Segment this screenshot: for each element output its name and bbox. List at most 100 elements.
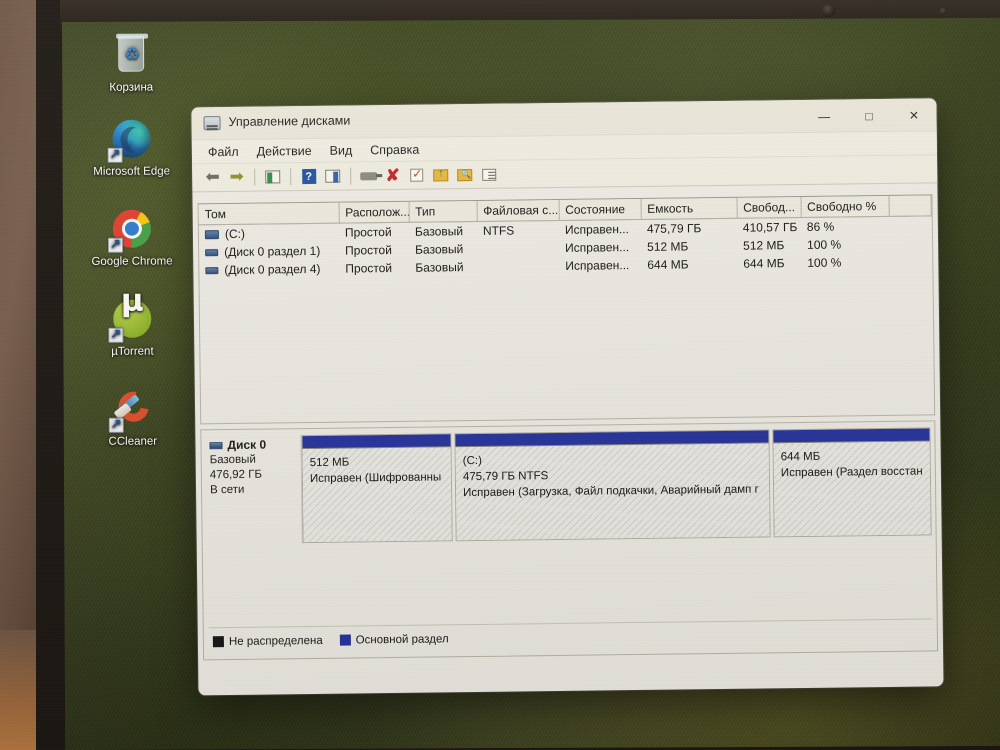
ccleaner-icon	[108, 385, 155, 433]
desktop-icon-google-chrome[interactable]: Google Chrome	[89, 208, 175, 269]
disk-management-icon	[203, 116, 221, 131]
cell-filesystem: NTFS	[482, 223, 515, 238]
cell-free-pct: 100 %	[807, 237, 842, 252]
toolbar-separator	[350, 167, 352, 185]
close-button[interactable]: ✕	[891, 98, 936, 132]
laptop-photo: ♻ Корзина Microsoft Edge Google Chrome µ	[0, 0, 1000, 750]
disk-icon	[209, 442, 223, 450]
laptop-screen: ♻ Корзина Microsoft Edge Google Chrome µ	[62, 17, 1000, 750]
menu-item-file[interactable]: Файл	[208, 144, 239, 158]
toolbar-separator	[290, 168, 292, 186]
desktop-icon-label: µTorrent	[111, 345, 154, 358]
column-header-layout[interactable]: Располож...	[338, 201, 409, 224]
column-header-type[interactable]: Тип	[408, 200, 477, 223]
find-icon[interactable]	[454, 164, 475, 184]
maximize-button[interactable]: □	[846, 99, 891, 133]
disk-title: Диск 0	[209, 437, 296, 453]
cell-filesystem	[477, 239, 559, 258]
desktop-icon-recycle-bin[interactable]: ♻ Корзина	[88, 34, 174, 95]
column-header-filesystem[interactable]: Файловая с...	[476, 199, 559, 222]
partition-body: 512 МБ Исправен (Шифрованны	[302, 447, 452, 543]
cell-type: Базовый	[414, 224, 464, 239]
partition-0[interactable]: 512 МБ Исправен (Шифрованны	[301, 433, 453, 544]
cell-empty	[889, 252, 932, 271]
partition-status: Исправен (Шифрованны	[309, 471, 442, 486]
back-arrow-icon[interactable]: ⬅	[202, 167, 223, 188]
legend-swatch	[212, 636, 224, 648]
column-header-volume[interactable]: Том	[198, 202, 339, 225]
menu-item-view[interactable]: Вид	[330, 143, 353, 157]
check-icon[interactable]	[406, 165, 427, 185]
disk-type: Базовый	[209, 453, 256, 467]
microsoft-edge-icon	[107, 118, 153, 163]
disk-row-0: Диск 0 Базовый 476,92 ГБ В сети 512 МБ И…	[205, 427, 932, 545]
partition-status: Исправен (Загрузка, Файл подкачки, Авари…	[463, 483, 759, 500]
cell-free-pct: 100 %	[807, 255, 842, 270]
column-header-free[interactable]: Свобод...	[736, 197, 801, 219]
cell-layout: Простой	[345, 260, 393, 276]
disk-management-window: Управление дисками — □ ✕ Файл Действие В…	[191, 98, 944, 696]
legend-label: Основной раздел	[355, 632, 449, 646]
partition-1[interactable]: (C:) 475,79 ГБ NTFS Исправен (Загрузка, …	[454, 429, 771, 542]
legend: Не распределена Основной раздел	[208, 618, 933, 656]
column-header-free-pct[interactable]: Свободно %	[800, 195, 889, 218]
desktop-icon-label: Google Chrome	[91, 255, 173, 268]
cell-status: Исправен...	[565, 240, 630, 255]
cell-status: Исправен...	[564, 222, 629, 237]
disk-size: 476,92 ГБ	[209, 468, 263, 482]
shortcut-arrow-icon	[108, 327, 124, 343]
desktop-icon-microsoft-edge[interactable]: Microsoft Edge	[88, 118, 174, 179]
properties-icon[interactable]	[358, 166, 379, 186]
delete-icon[interactable]: ✘	[382, 165, 403, 185]
detail-view-icon[interactable]	[478, 164, 499, 184]
column-header-status[interactable]: Состояние	[558, 198, 641, 221]
desktop-icon-utorrent[interactable]: µTorrent	[89, 298, 175, 359]
cell-capacity: 644 МБ	[647, 257, 689, 272]
volume-table: Том Располож... Тип Файловая с... Состоя…	[198, 195, 933, 279]
graphical-view-pane[interactable]: Диск 0 Базовый 476,92 ГБ В сети 512 МБ И…	[200, 420, 939, 661]
menu-item-action[interactable]: Действие	[257, 143, 312, 158]
show-hide-console-tree-icon[interactable]	[322, 166, 343, 186]
volume-label: (Диск 0 раздел 4)	[224, 261, 321, 278]
cell-type: Базовый	[415, 260, 464, 275]
partition-size: 512 МБ	[309, 456, 350, 470]
webcam-icon	[822, 4, 835, 17]
help-icon[interactable]: ?	[298, 166, 319, 186]
column-header-capacity[interactable]: Емкость	[640, 197, 737, 220]
partition-2[interactable]: 644 МБ Исправен (Раздел восстан	[772, 427, 932, 538]
cell-free: 644 МБ	[743, 256, 785, 271]
cell-empty	[889, 216, 932, 235]
up-one-level-icon[interactable]	[262, 167, 283, 187]
volume-disk-icon	[204, 229, 219, 239]
volume-list-pane[interactable]: Том Располож... Тип Файловая с... Состоя…	[197, 194, 936, 425]
minimize-button[interactable]: —	[801, 99, 846, 133]
menu-item-help[interactable]: Справка	[370, 142, 419, 157]
desktop-icon-label: Корзина	[109, 81, 154, 94]
cell-free-pct: 86 %	[806, 219, 835, 234]
cell-empty	[889, 234, 932, 253]
window-controls: — □ ✕	[801, 98, 936, 133]
partition-body: 644 МБ Исправен (Раздел восстан	[773, 441, 931, 537]
column-header-empty[interactable]	[888, 195, 932, 217]
desktop-icon-ccleaner[interactable]: CCleaner	[90, 385, 176, 449]
disk-name: Диск 0	[227, 437, 267, 453]
legend-item-unallocated: Не распределена	[212, 634, 323, 648]
background-wall-lower	[0, 630, 40, 750]
forward-arrow-icon[interactable]: ➡	[226, 167, 247, 187]
disk-info-panel[interactable]: Диск 0 Базовый 476,92 ГБ В сети	[205, 435, 303, 545]
cell-volume: (C:)	[199, 223, 339, 243]
shortcut-arrow-icon	[107, 147, 123, 163]
google-chrome-icon	[107, 208, 154, 253]
volume-disk-icon	[205, 248, 219, 256]
volume-label: (Диск 0 раздел 1)	[224, 243, 321, 260]
cell-filesystem	[477, 257, 559, 276]
export-list-icon[interactable]	[430, 165, 451, 185]
shortcut-arrow-icon	[108, 417, 124, 433]
cell-capacity: 475,79 ГБ	[646, 221, 702, 236]
cell-layout: Простой	[345, 242, 392, 258]
cell-volume: (Диск 0 раздел 1)	[199, 242, 339, 262]
cell-capacity: 512 МБ	[647, 239, 689, 254]
cell-type: Базовый	[415, 242, 464, 257]
partition-size: 644 МБ	[780, 450, 821, 464]
partition-status: Исправен (Раздел восстан	[780, 465, 923, 480]
